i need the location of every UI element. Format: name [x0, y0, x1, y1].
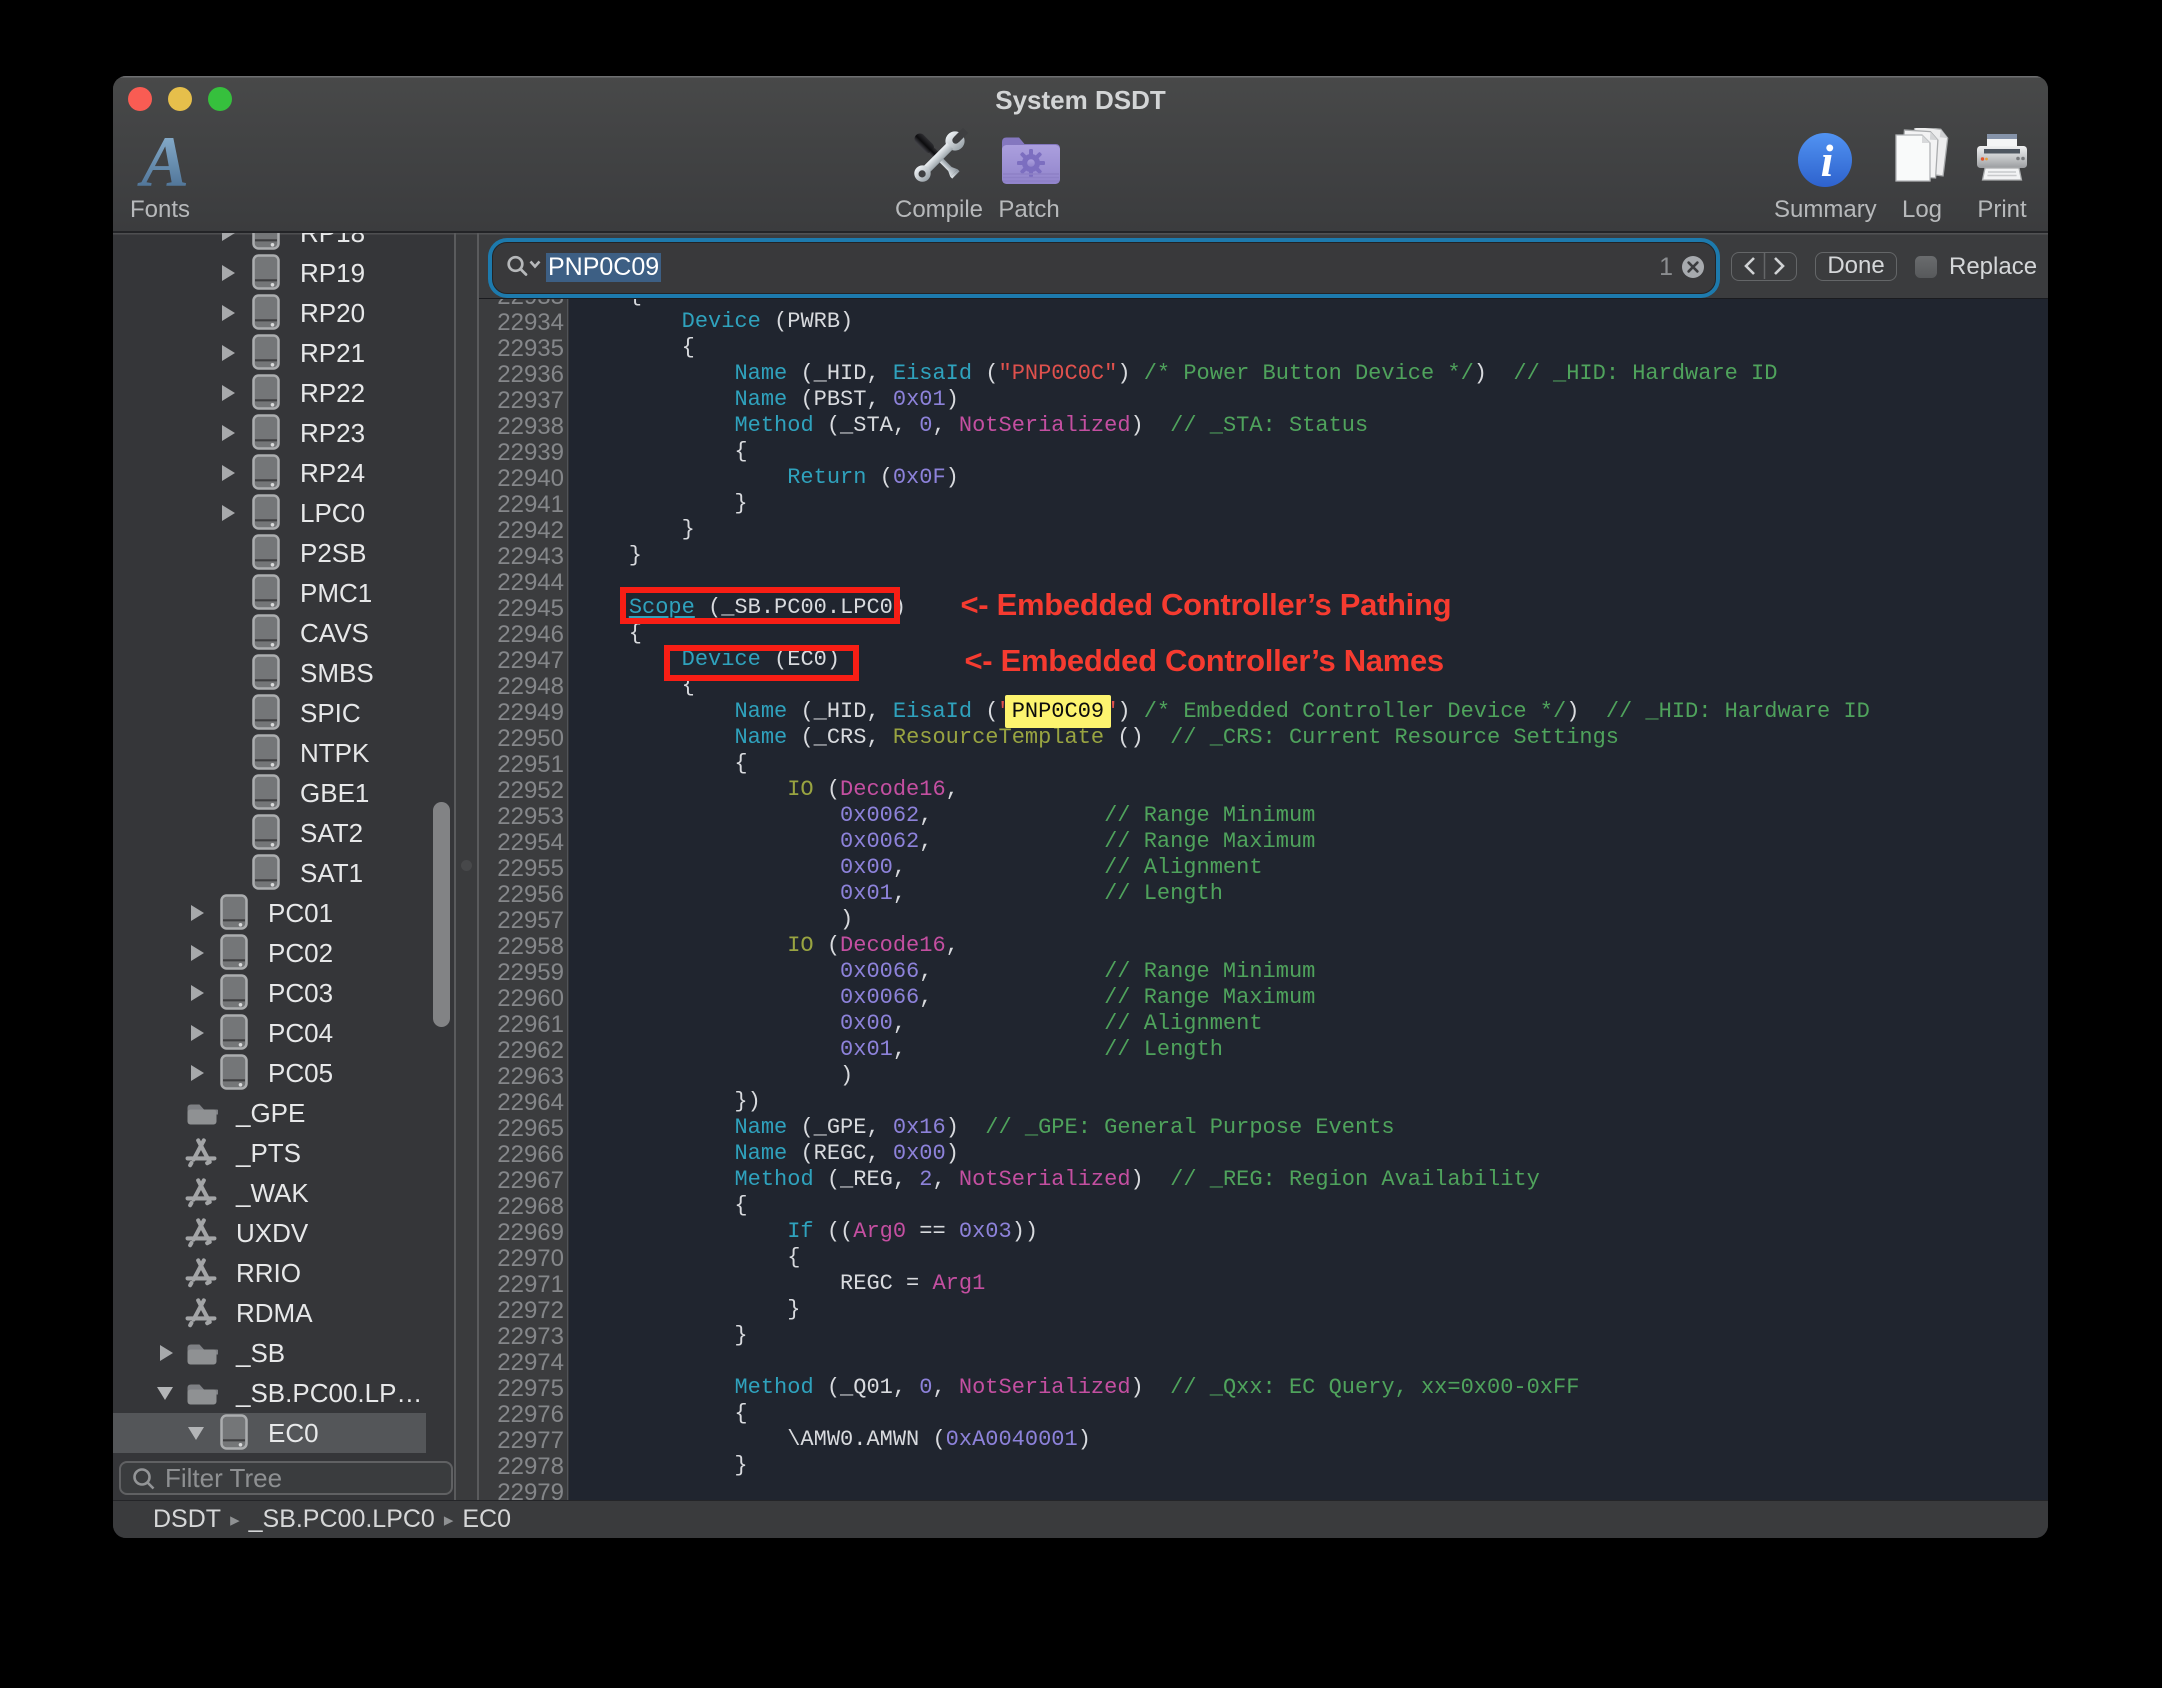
svg-text:i: i	[1821, 135, 1834, 186]
svg-text:A: A	[137, 132, 189, 190]
